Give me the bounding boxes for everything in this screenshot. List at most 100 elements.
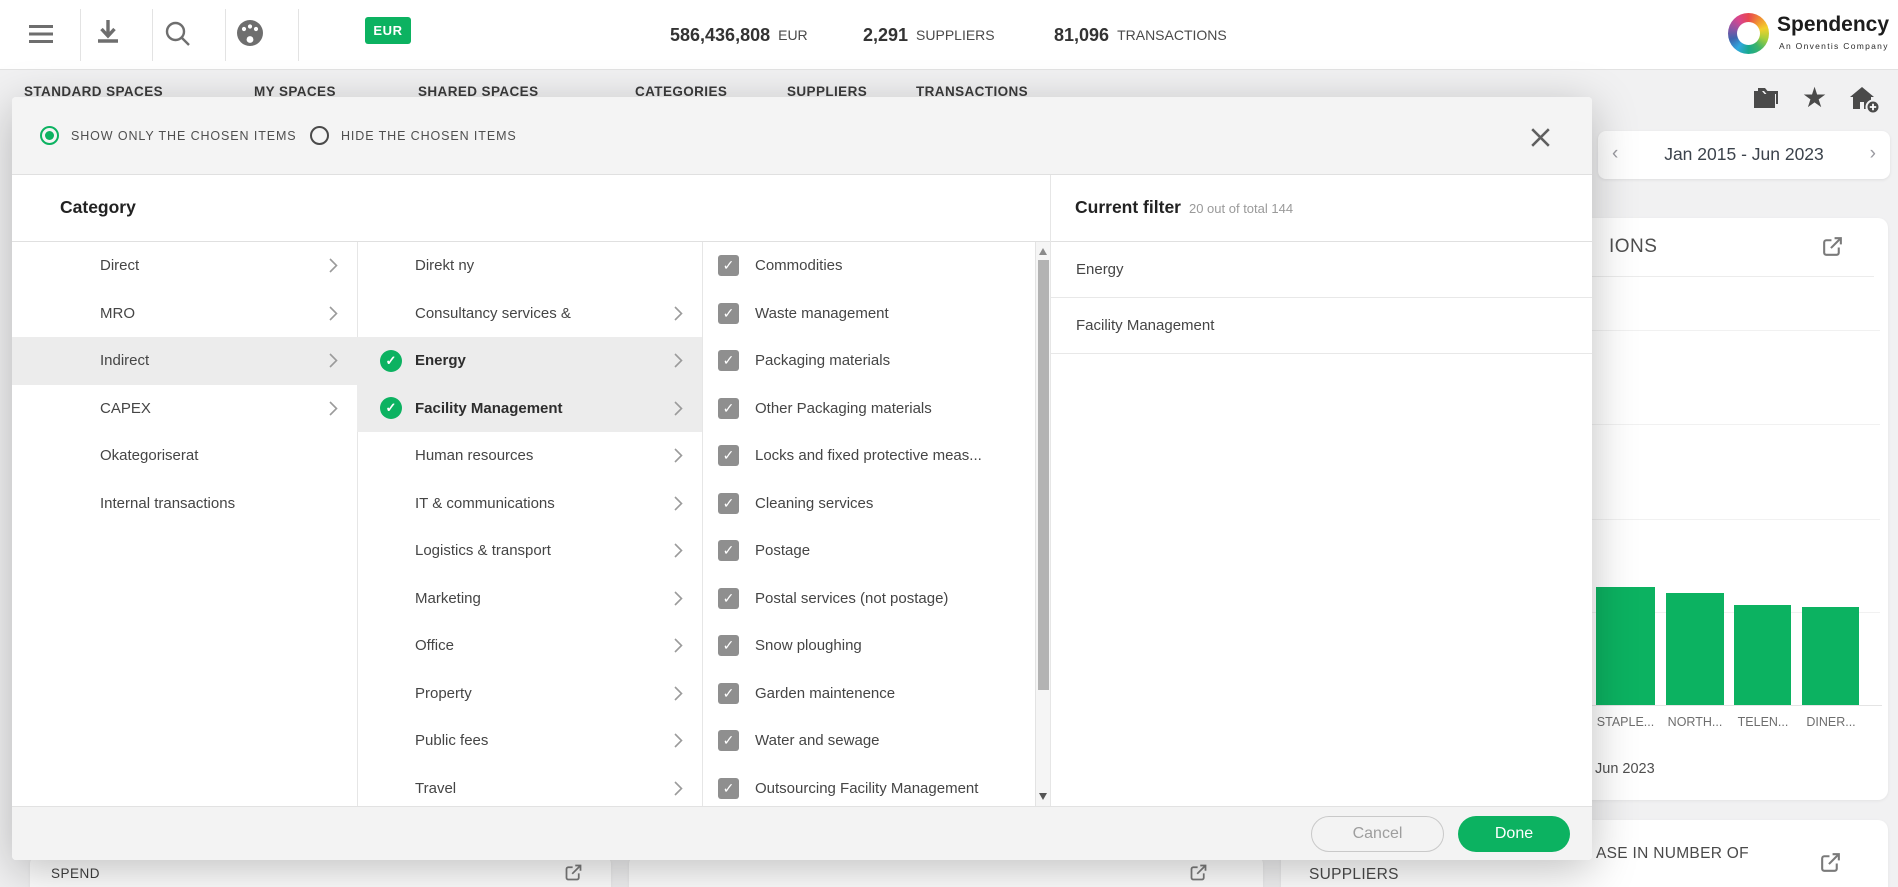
current-filter-item[interactable]: Facility Management bbox=[1051, 298, 1592, 354]
list-item-selected[interactable]: Indirect bbox=[12, 337, 357, 385]
star-icon[interactable]: ★ bbox=[1802, 81, 1827, 114]
scroll-up-icon[interactable] bbox=[1039, 248, 1047, 255]
list-item[interactable]: ✓Postal services (not postage) bbox=[702, 575, 1035, 623]
radio-selected-icon[interactable] bbox=[40, 126, 59, 145]
date-next-icon[interactable]: › bbox=[1870, 143, 1876, 165]
list-item[interactable]: Office bbox=[357, 622, 702, 670]
list-item[interactable]: CAPEX bbox=[12, 385, 357, 433]
list-item[interactable]: ✓Postage bbox=[702, 527, 1035, 575]
stat-label: EUR bbox=[778, 27, 808, 43]
external-link-icon[interactable] bbox=[1818, 850, 1843, 875]
checkbox-checked-icon[interactable]: ✓ bbox=[718, 683, 739, 704]
radio-show-only-chosen[interactable]: SHOW ONLY THE CHOSEN ITEMS bbox=[40, 126, 297, 145]
list-item[interactable]: Direct bbox=[12, 242, 357, 290]
list-item[interactable]: ✓Commodities bbox=[702, 242, 1035, 290]
list-item[interactable]: ✓Outsourcing Facility Management bbox=[702, 765, 1035, 807]
list-item[interactable]: Internal transactions bbox=[12, 480, 357, 528]
list-item[interactable]: ✓ Locks and fixed protective meas... bbox=[702, 432, 1035, 480]
scroll-down-icon[interactable] bbox=[1039, 793, 1047, 800]
folders-icon[interactable] bbox=[1750, 87, 1781, 113]
item-label: Travel bbox=[415, 780, 456, 797]
list-item[interactable]: ✓Water and sewage bbox=[702, 717, 1035, 765]
list-item-checked[interactable]: ✓Energy bbox=[357, 337, 702, 385]
list-item[interactable]: Travel bbox=[357, 765, 702, 807]
card-title-line2: SUPPLIERS bbox=[1309, 866, 1399, 884]
checkbox-checked-icon[interactable]: ✓ bbox=[718, 255, 739, 276]
date-range-picker[interactable]: ‹ Jan 2015 - Jun 2023 › bbox=[1598, 131, 1890, 179]
scrollbar[interactable] bbox=[1035, 242, 1050, 806]
item-label: Other Packaging materials bbox=[755, 400, 932, 417]
item-label: Cleaning services bbox=[755, 495, 873, 512]
chevron-right-icon bbox=[329, 353, 338, 368]
checkbox-checked-icon[interactable]: ✓ bbox=[718, 588, 739, 609]
checkbox-checked-icon[interactable]: ✓ bbox=[718, 493, 739, 514]
list-item[interactable]: Property bbox=[357, 670, 702, 718]
external-link-icon[interactable] bbox=[563, 862, 584, 883]
hamburger-menu-icon[interactable] bbox=[26, 19, 56, 49]
radio-unselected-icon[interactable] bbox=[310, 126, 329, 145]
list-item[interactable]: ✓ Cleaning services bbox=[702, 480, 1035, 528]
external-link-icon[interactable] bbox=[1820, 234, 1845, 259]
list-item[interactable]: Direkt ny bbox=[357, 242, 702, 290]
bar-diner[interactable] bbox=[1802, 607, 1859, 705]
home-add-icon[interactable] bbox=[1848, 85, 1882, 115]
bar-telen[interactable] bbox=[1734, 605, 1791, 705]
item-label: Property bbox=[415, 685, 472, 702]
download-icon[interactable] bbox=[93, 17, 123, 49]
checkbox-checked-icon[interactable]: ✓ bbox=[718, 350, 739, 371]
currency-badge[interactable]: EUR bbox=[365, 17, 411, 44]
item-label: Garden maintenence bbox=[755, 685, 895, 702]
current-filter-panel: Energy Facility Management bbox=[1051, 242, 1592, 806]
list-item[interactable]: ✓ Other Packaging materials bbox=[702, 385, 1035, 433]
chevron-right-icon bbox=[674, 448, 683, 463]
list-item[interactable]: Public fees bbox=[357, 717, 702, 765]
current-filter-item[interactable]: Energy bbox=[1051, 242, 1592, 298]
list-item[interactable]: MRO bbox=[12, 290, 357, 338]
cancel-button[interactable]: Cancel bbox=[1311, 816, 1444, 852]
list-item[interactable]: Human resources bbox=[357, 432, 702, 480]
done-button[interactable]: Done bbox=[1458, 816, 1570, 852]
checkbox-checked-icon[interactable]: ✓ bbox=[718, 398, 739, 419]
checkbox-checked-icon[interactable]: ✓ bbox=[718, 445, 739, 466]
checkbox-checked-icon[interactable]: ✓ bbox=[718, 778, 739, 799]
external-link-icon[interactable] bbox=[1188, 862, 1209, 883]
divider bbox=[225, 9, 226, 61]
list-item[interactable]: Okategoriserat bbox=[12, 432, 357, 480]
checkbox-checked-icon[interactable]: ✓ bbox=[718, 635, 739, 656]
item-label: Okategoriserat bbox=[100, 447, 198, 464]
list-item[interactable]: ✓Waste management bbox=[702, 290, 1035, 338]
palette-icon[interactable] bbox=[232, 15, 268, 51]
list-item[interactable]: ✓ Garden maintenence bbox=[702, 670, 1035, 718]
item-label: Consultancy services & bbox=[415, 305, 571, 322]
list-item[interactable]: ✓Snow ploughing bbox=[702, 622, 1035, 670]
chevron-right-icon bbox=[674, 591, 683, 606]
check-circle-icon[interactable]: ✓ bbox=[380, 397, 402, 419]
search-icon[interactable] bbox=[162, 17, 192, 49]
checkbox-checked-icon[interactable]: ✓ bbox=[718, 730, 739, 751]
brand-tagline: An Onventis Company bbox=[1779, 41, 1889, 51]
chart-baseline bbox=[1590, 705, 1882, 706]
checkbox-checked-icon[interactable]: ✓ bbox=[718, 303, 739, 324]
list-item[interactable]: ✓Packaging materials bbox=[702, 337, 1035, 385]
chart-x-label: Jun 2023 bbox=[1595, 761, 1655, 777]
item-label: Locks and fixed protective meas... bbox=[755, 447, 982, 464]
close-icon[interactable] bbox=[1528, 125, 1552, 149]
item-label: MRO bbox=[100, 305, 135, 322]
radio-hide-chosen[interactable]: HIDE THE CHOSEN ITEMS bbox=[310, 126, 517, 145]
list-item-checked[interactable]: ✓Facility Management bbox=[357, 385, 702, 433]
scrollbar-thumb[interactable] bbox=[1038, 260, 1049, 690]
item-label: Indirect bbox=[100, 352, 149, 369]
middle-card bbox=[629, 856, 1263, 887]
check-circle-icon[interactable]: ✓ bbox=[380, 350, 402, 372]
date-range-label: Jan 2015 - Jun 2023 bbox=[1598, 144, 1890, 165]
list-item[interactable]: Consultancy services & bbox=[357, 290, 702, 338]
bar-staple[interactable] bbox=[1596, 587, 1655, 705]
list-item[interactable]: Marketing bbox=[357, 575, 702, 623]
list-item[interactable]: IT & communications bbox=[357, 480, 702, 528]
checkbox-checked-icon[interactable]: ✓ bbox=[718, 540, 739, 561]
bar-north[interactable] bbox=[1666, 593, 1724, 705]
list-item[interactable]: Logistics & transport bbox=[357, 527, 702, 575]
bar-label: DINER... bbox=[1796, 715, 1866, 729]
chevron-right-icon bbox=[674, 543, 683, 558]
item-label: Direkt ny bbox=[415, 257, 474, 274]
